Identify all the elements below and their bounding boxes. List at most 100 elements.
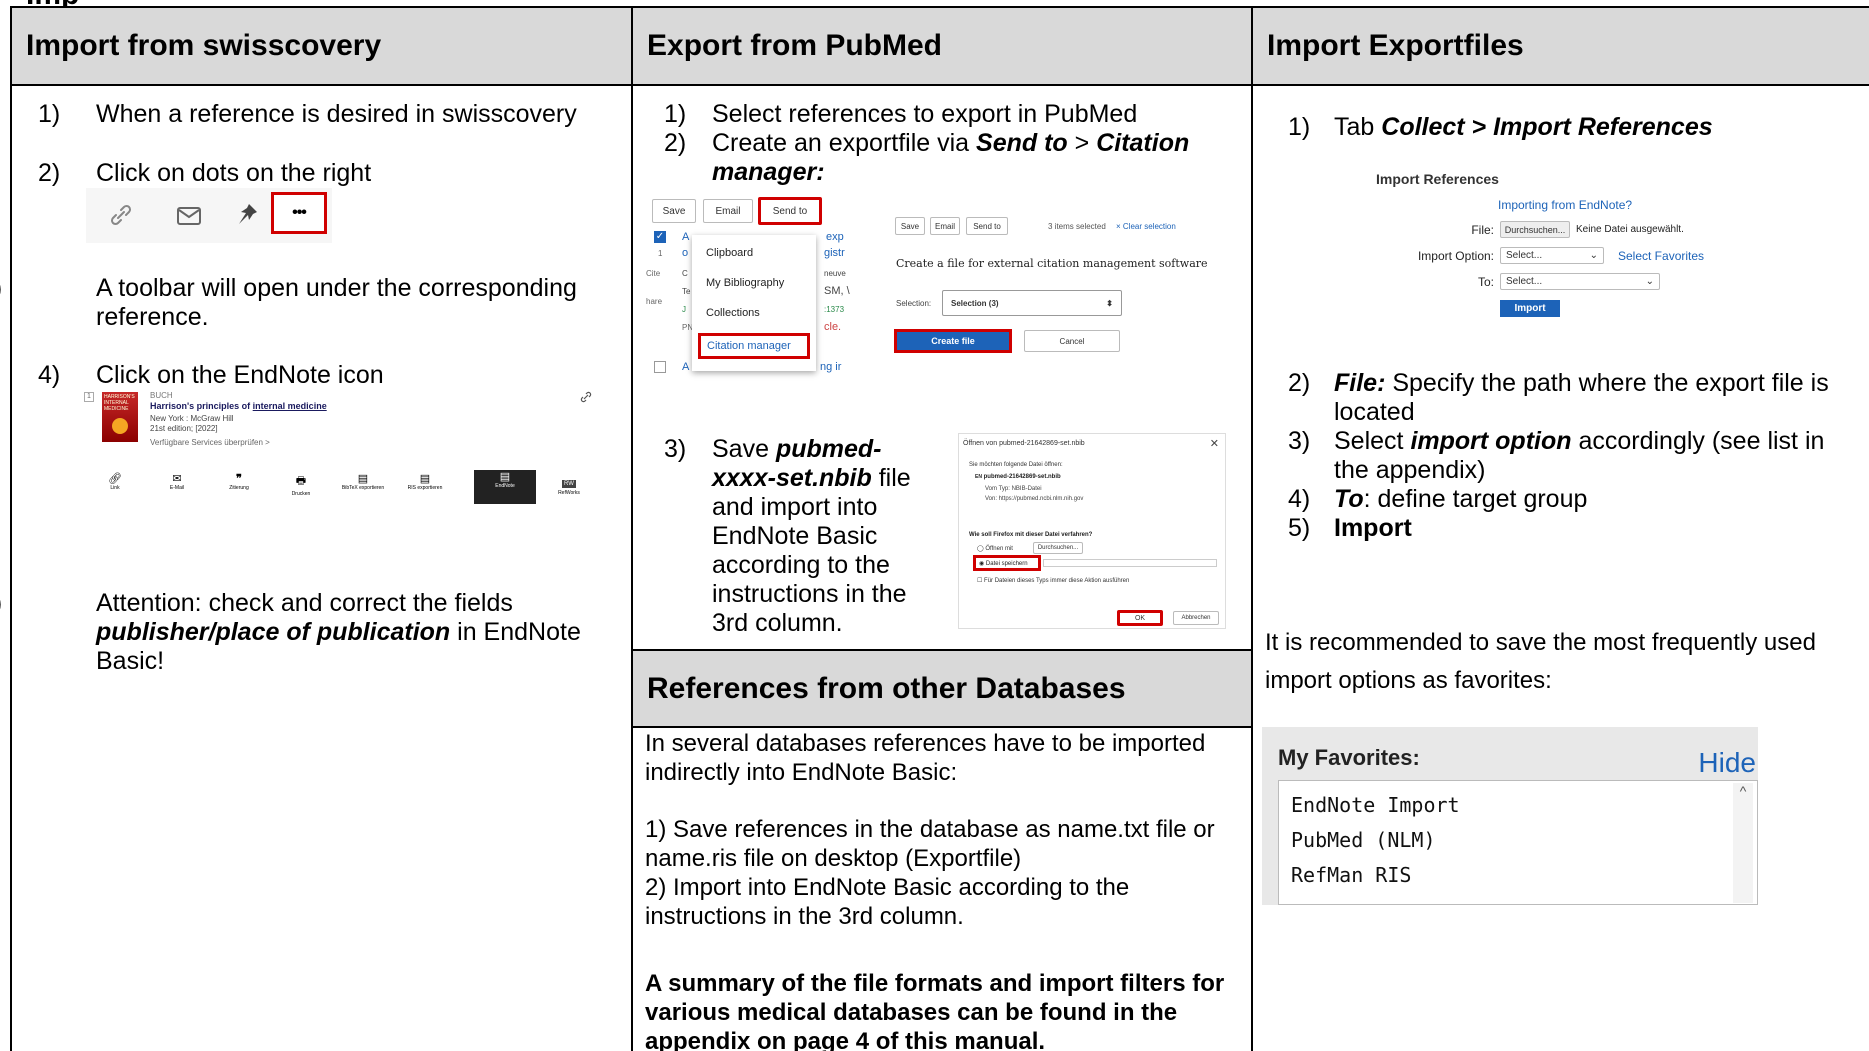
import-button[interactable]: Import: [1500, 300, 1560, 317]
firefox-download-dialog: Öffnen von pubmed-21642869-set.nbib ✕ Si…: [958, 433, 1226, 629]
file-name: EN pubmed-21642869-set.nbib: [975, 474, 1061, 480]
favorites-list[interactable]: EndNote Import PubMed (NLM) RefMan RIS ^: [1278, 780, 1758, 905]
browse-button[interactable]: Durchsuchen...: [1033, 542, 1083, 554]
toolbar-citation[interactable]: ❞ Zitierung: [208, 472, 270, 506]
quote-icon: ❞: [236, 473, 242, 485]
chevron-up-icon[interactable]: ^: [1733, 783, 1753, 799]
chevron-updown-icon: ⬍: [1106, 298, 1113, 308]
toolbar-ris[interactable]: ▤ RIS exportieren: [394, 472, 456, 506]
cancel-button[interactable]: Cancel: [1024, 330, 1120, 352]
pubmed-step-1: 1) Select references to export in PubMed: [664, 100, 1138, 128]
result-fragment: gistr: [824, 247, 845, 259]
dialog-title: Öffnen von pubmed-21642869-set.nbib: [963, 440, 1085, 447]
step-2: 2) Click on dots on the right: [38, 159, 372, 187]
email-button[interactable]: Email: [930, 217, 960, 235]
file-label: File:: [1471, 223, 1494, 237]
hide-link[interactable]: Hide: [1698, 747, 1756, 779]
cancel-button[interactable]: Abbrechen: [1173, 611, 1219, 625]
form-title: Import References: [1376, 171, 1499, 187]
refworks-icon: RW: [562, 480, 576, 488]
menu-item-clipboard[interactable]: Clipboard: [706, 247, 753, 259]
send-to-button[interactable]: Send to: [758, 197, 822, 225]
import-option-select[interactable]: Select... ⌄: [1500, 247, 1604, 264]
swisscovery-record: 1 HARRISON'S INTERNAL MEDICINE BUCH Harr…: [84, 390, 600, 510]
menu-item-collections[interactable]: Collections: [706, 307, 760, 319]
file-type: Vom Typ: NBIB-Datei: [985, 486, 1042, 492]
more-options-button[interactable]: •••: [271, 192, 327, 234]
import-step-2: 2) File: Specify the path where the expor…: [1288, 369, 1829, 426]
favorite-item[interactable]: EndNote Import: [1291, 793, 1460, 817]
other-databases-intro: In several databases references have to …: [645, 730, 1206, 786]
chevron-down-icon: ⌄: [1589, 250, 1598, 261]
to-select[interactable]: Select... ⌄: [1500, 273, 1660, 290]
dialog-question: Wie soll Firefox mit dieser Datei verfah…: [969, 532, 1093, 538]
always-checkbox[interactable]: ☐ Für Dateien dieses Typs immer diese Ak…: [977, 577, 1129, 584]
favorite-item[interactable]: PubMed (NLM): [1291, 828, 1436, 852]
browse-button[interactable]: Durchsuchen...: [1500, 221, 1570, 238]
save-button[interactable]: Save: [895, 217, 925, 235]
result-title-fragment: A: [682, 361, 690, 373]
result-number: 1: [658, 249, 663, 258]
toolbar-refworks[interactable]: RW RefWorks: [538, 472, 600, 506]
toolbar-link[interactable]: 🔗︎ Link: [84, 472, 146, 506]
cover-emblem: [112, 418, 128, 434]
record-title[interactable]: Harrison's principles of internal medici…: [150, 401, 327, 411]
my-favorites-panel: My Favorites: Hide EndNote Import PubMed…: [1262, 727, 1758, 905]
column-divider: [631, 8, 633, 1051]
import-step-3: 3) Select import option accordingly (see …: [1288, 427, 1825, 484]
open-with-radio[interactable]: ◯ Öffnen mit: [977, 545, 1013, 552]
selection-select[interactable]: Selection (3) ⬍: [942, 290, 1122, 316]
export-toolbar: 🔗︎ Link ✉︎ E-Mail ❞ Zitierung 🖶︎ Drucken ▤ Bi…: [84, 470, 600, 506]
result-fragment: neuve: [824, 269, 846, 278]
toolbar-bibtex[interactable]: ▤ BibTeX exportieren: [332, 472, 394, 506]
step-1: 1) When a reference is desired in swissco…: [38, 100, 577, 128]
select-favorites-link[interactable]: Select Favorites: [1618, 249, 1704, 263]
chevron-down-icon: ⌄: [1645, 276, 1654, 287]
result-fragment: C: [682, 269, 688, 278]
step-3: 3)A toolbar will open under the correspo…: [0, 274, 577, 331]
to-label: To:: [1477, 275, 1494, 289]
header-import-exportfiles: Import Exportfiles: [1253, 8, 1869, 84]
ok-button[interactable]: OK: [1117, 610, 1163, 626]
email-button[interactable]: Email: [703, 199, 753, 223]
create-file-button[interactable]: Create file: [894, 329, 1012, 353]
toolbar-email[interactable]: ✉︎ E-Mail: [146, 472, 208, 506]
record-link-icon[interactable]: [580, 390, 594, 404]
importing-from-endnote-link[interactable]: Importing from EndNote?: [1498, 198, 1632, 212]
bibtex-icon: ▤: [357, 473, 369, 485]
section-divider: [631, 726, 1253, 728]
save-button[interactable]: Save: [652, 199, 696, 223]
result-fragment: Te: [682, 287, 691, 296]
save-file-radio[interactable]: ◉ Datei speichern: [973, 555, 1041, 571]
other-databases-step-2: 2) Import into EndNote Basic according t…: [645, 874, 1130, 930]
menu-item-my-bibliography[interactable]: My Bibliography: [706, 277, 784, 289]
endnote-icon: ▤: [499, 471, 511, 483]
menu-item-citation-manager[interactable]: Citation manager: [698, 333, 810, 359]
link-icon[interactable]: [106, 200, 136, 230]
ris-icon: ▤: [419, 473, 431, 485]
favorite-item[interactable]: RefMan RIS: [1291, 863, 1411, 887]
result-fragment: ng ir: [820, 361, 842, 373]
checkbox-unchecked[interactable]: [654, 361, 666, 373]
pin-icon[interactable]: [232, 200, 262, 230]
swisscovery-action-bar: •••: [86, 188, 332, 243]
file-source: Von: https://pubmed.ncbi.nlm.nih.gov: [985, 496, 1084, 502]
favorites-title: My Favorites:: [1278, 745, 1420, 770]
record-publisher: New York : McGraw Hill: [150, 414, 234, 423]
toolbar-print[interactable]: 🖶︎ Drucken: [270, 472, 332, 506]
other-databases-summary: A summary of the file formats and import…: [645, 970, 1225, 1051]
close-icon[interactable]: ✕: [1210, 437, 1219, 450]
mail-icon[interactable]: [174, 201, 204, 231]
checkbox-checked[interactable]: ✓: [654, 231, 666, 243]
record-type: BUCH: [150, 391, 173, 400]
toolbar-endnote[interactable]: ▤ EndNote: [474, 470, 536, 504]
favorites-scrollbar[interactable]: ^: [1733, 783, 1753, 903]
send-to-button[interactable]: Send to: [966, 217, 1008, 235]
items-selected: 3 items selected: [1048, 222, 1106, 231]
clear-selection-link[interactable]: × Clear selection: [1116, 222, 1176, 231]
record-services[interactable]: Verfügbare Services überprüfen >: [150, 438, 270, 447]
dialog-title: Create a file for external citation mana…: [896, 257, 1208, 270]
pubmed-send-to-menu: Save Email Send to ✓ A 1 o Cite C Te har…: [640, 195, 870, 380]
pubmed-step-3: 3) Save pubmed-xxxx-set.nbib file and imp…: [664, 435, 911, 637]
link-icon: 🔗︎: [108, 473, 122, 485]
